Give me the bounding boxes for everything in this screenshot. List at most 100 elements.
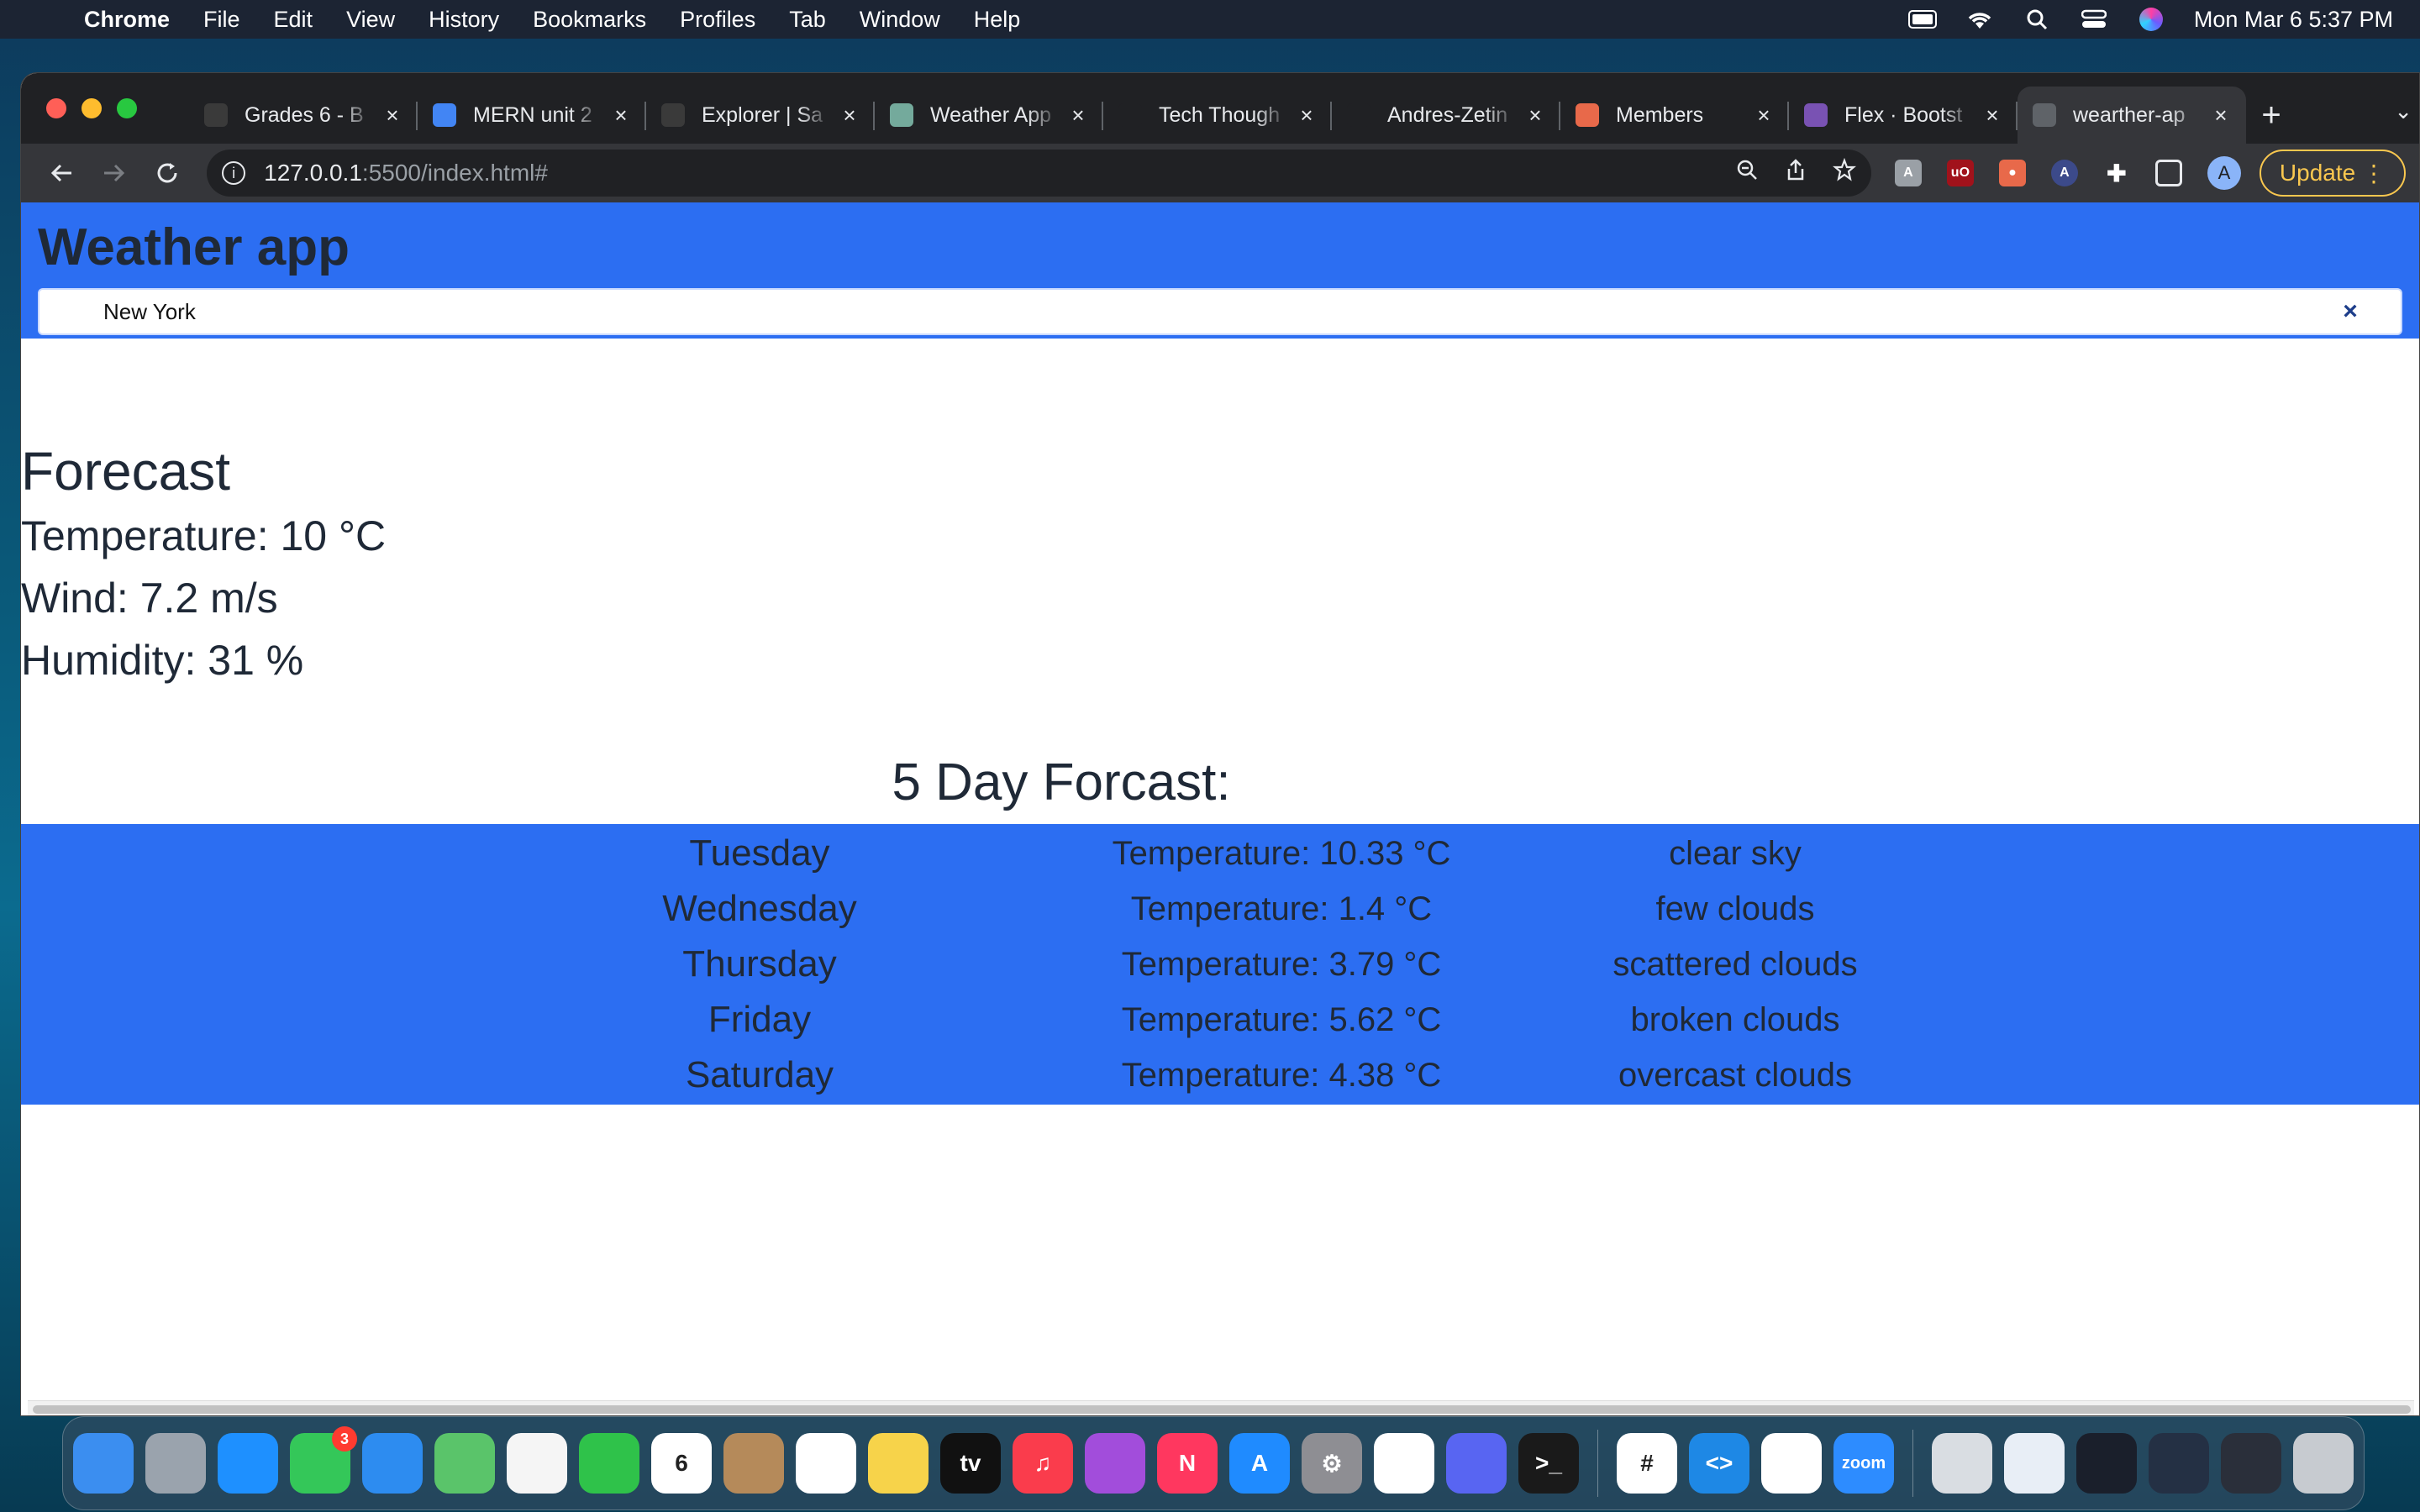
tab-title: Andres-Zetin: [1387, 102, 1508, 127]
vscode-icon[interactable]: <>: [1689, 1433, 1749, 1494]
menu-file[interactable]: File: [203, 7, 240, 33]
tab-title: Members: [1616, 102, 1704, 127]
scrollbar-thumb[interactable]: [33, 1405, 2411, 1414]
ublock-icon[interactable]: uO: [1946, 160, 1974, 186]
trash-icon[interactable]: [2293, 1433, 2354, 1494]
fullscreen-window-button[interactable]: [117, 98, 137, 118]
extension-icon[interactable]: A: [2050, 160, 2078, 186]
menu-tab[interactable]: Tab: [789, 7, 826, 33]
extension-icon[interactable]: A: [1894, 160, 1922, 186]
window-thumb-icon[interactable]: [2221, 1433, 2281, 1494]
tab-close-icon[interactable]: ×: [611, 102, 631, 129]
notes-icon[interactable]: [868, 1433, 929, 1494]
photos-icon[interactable]: [507, 1433, 567, 1494]
tab-close-icon[interactable]: ×: [1754, 102, 1774, 129]
extensions-puzzle-icon[interactable]: ✚: [2103, 160, 2130, 186]
podcasts-icon[interactable]: [1085, 1433, 1145, 1494]
browser-tab[interactable]: Members ×: [1560, 87, 1789, 144]
window-thumb-icon[interactable]: [2004, 1433, 2065, 1494]
control-center-icon[interactable]: [2080, 8, 2108, 30]
window-thumb-icon[interactable]: [2149, 1433, 2209, 1494]
address-bar[interactable]: i 127.0.0.1:5500/index.html#: [207, 150, 1871, 197]
current-wind: Wind: 7.2 m/s: [21, 575, 278, 622]
share-icon[interactable]: [1784, 158, 1807, 188]
browser-tab[interactable]: Grades 6 - B ×: [189, 87, 418, 144]
browser-tab[interactable]: wearther-ap ×: [2018, 87, 2246, 144]
menu-profiles[interactable]: Profiles: [680, 7, 755, 33]
tab-title: wearther-ap: [2073, 102, 2186, 127]
siri-icon[interactable]: [2137, 8, 2165, 31]
menu-edit[interactable]: Edit: [274, 7, 313, 33]
menu-bookmarks[interactable]: Bookmarks: [533, 7, 646, 33]
reload-button[interactable]: [140, 150, 193, 197]
appstore-icon[interactable]: A: [1229, 1433, 1290, 1494]
city-search-input[interactable]: [103, 298, 2325, 325]
chrome-icon[interactable]: [1374, 1433, 1434, 1494]
safari-icon[interactable]: [218, 1433, 278, 1494]
forward-button[interactable]: [87, 150, 140, 197]
site-info-icon[interactable]: i: [222, 161, 246, 185]
browser-tab[interactable]: Flex · Bootst ×: [1789, 87, 2018, 144]
facetime-icon[interactable]: [579, 1433, 639, 1494]
extension-icon[interactable]: ●: [1998, 160, 2026, 186]
back-button[interactable]: [34, 150, 87, 197]
tab-close-icon[interactable]: ×: [2211, 102, 2231, 129]
menu-window[interactable]: Window: [860, 7, 940, 33]
forecast-day: Friday: [708, 999, 812, 1040]
browser-tab[interactable]: MERN unit 2 ×: [418, 87, 646, 144]
forecast-row: Wednesday Temperature: 1.4 °C few clouds: [21, 881, 2419, 937]
window-thumb-icon[interactable]: [2076, 1433, 2137, 1494]
mail-icon[interactable]: [362, 1433, 423, 1494]
messages-icon[interactable]: 3: [290, 1426, 357, 1494]
news-icon[interactable]: N: [1157, 1433, 1218, 1494]
zoom-icon[interactable]: zoom: [1833, 1433, 1894, 1494]
dock-separator: [1912, 1430, 1913, 1497]
update-button[interactable]: Update ⋮: [2259, 150, 2406, 197]
zoom-icon[interactable]: [1735, 158, 1759, 188]
finder-icon[interactable]: [73, 1433, 134, 1494]
downloads-icon[interactable]: [1932, 1433, 1992, 1494]
tab-close-icon[interactable]: ×: [382, 102, 402, 129]
system-settings-icon[interactable]: ⚙: [1302, 1433, 1362, 1494]
menu-app-name[interactable]: Chrome: [84, 7, 170, 33]
tab-close-icon[interactable]: ×: [1068, 102, 1088, 129]
menu-view[interactable]: View: [346, 7, 395, 33]
browser-tab[interactable]: Weather App ×: [875, 87, 1103, 144]
terminal-icon[interactable]: >_: [1518, 1433, 1579, 1494]
browser-tab[interactable]: Explorer | Sa ×: [646, 87, 875, 144]
maps-icon[interactable]: [434, 1433, 495, 1494]
forecast-row: Friday Temperature: 5.62 °C broken cloud…: [21, 992, 2419, 1047]
battery-icon[interactable]: [1907, 8, 1937, 30]
update-label: Update: [2279, 160, 2356, 186]
launchpad-icon[interactable]: [145, 1433, 206, 1494]
menu-clock[interactable]: Mon Mar 6 5:37 PM: [2194, 7, 2393, 33]
appletv-icon[interactable]: tv: [940, 1433, 1001, 1494]
discord-icon[interactable]: [1446, 1433, 1507, 1494]
tab-close-icon[interactable]: ×: [1982, 102, 2002, 129]
menu-help[interactable]: Help: [974, 7, 1021, 33]
mongodb-icon[interactable]: [1761, 1433, 1822, 1494]
browser-tab[interactable]: Tech Though ×: [1103, 87, 1332, 144]
close-window-button[interactable]: [46, 98, 66, 118]
contacts-icon[interactable]: [723, 1433, 784, 1494]
music-icon[interactable]: ♫: [1013, 1433, 1073, 1494]
profile-avatar[interactable]: A: [2207, 156, 2241, 190]
browser-tab[interactable]: Andres-Zetin ×: [1332, 87, 1560, 144]
menu-history[interactable]: History: [429, 7, 499, 33]
bookmark-star-icon[interactable]: [1832, 157, 1856, 188]
clear-search-button[interactable]: ×: [2325, 297, 2375, 326]
slack-icon[interactable]: #: [1617, 1433, 1677, 1494]
minimize-window-button[interactable]: [82, 98, 102, 118]
reminders-icon[interactable]: [796, 1433, 856, 1494]
tab-close-icon[interactable]: ×: [1297, 102, 1317, 129]
tab-close-icon[interactable]: ×: [1525, 102, 1545, 129]
forecast-description: scattered clouds: [1612, 945, 1858, 983]
new-tab-button[interactable]: +: [2246, 87, 2296, 144]
side-panel-icon[interactable]: [2154, 160, 2182, 186]
calendar-icon[interactable]: 6: [651, 1433, 712, 1494]
spotlight-search-icon[interactable]: [2023, 8, 2051, 30]
tab-search-chevron-icon[interactable]: ⌄: [2394, 98, 2412, 124]
wifi-icon[interactable]: [1965, 8, 1994, 30]
horizontal-scrollbar[interactable]: [28, 1400, 2414, 1415]
tab-close-icon[interactable]: ×: [839, 102, 860, 129]
